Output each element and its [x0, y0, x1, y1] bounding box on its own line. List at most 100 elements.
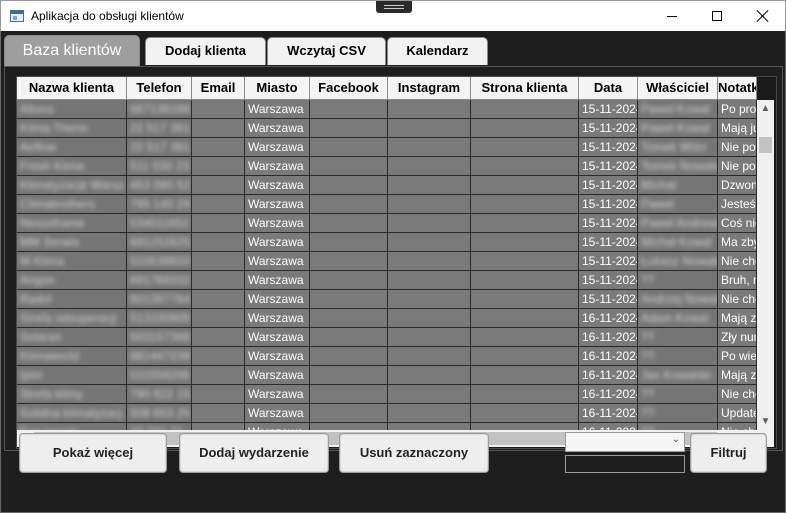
- table-cell[interactable]: 15-11-2024: [579, 195, 638, 214]
- table-cell[interactable]: 15-11-2024: [579, 100, 638, 119]
- table-cell[interactable]: Eco serwis: [17, 423, 127, 430]
- table-cell[interactable]: 795 140 29: [127, 195, 192, 214]
- table-cell[interactable]: Airgon: [17, 271, 127, 290]
- add-event-button[interactable]: Dodaj wydarzenie: [179, 433, 329, 473]
- table-row[interactable]: Solidna klimatyzacj 508 653 25 Warszawa 16-…: [17, 404, 757, 423]
- table-cell[interactable]: Warszawa: [245, 290, 310, 309]
- table-cell[interactable]: Nie chce: [718, 423, 757, 430]
- table-cell[interactable]: Mają za: [718, 366, 757, 385]
- table-cell[interactable]: [471, 176, 579, 195]
- table-cell[interactable]: ??: [638, 404, 718, 423]
- table-cell[interactable]: [310, 252, 388, 271]
- table-cell[interactable]: Paweł Kowal: [638, 100, 718, 119]
- table-cell[interactable]: MM Serwis: [17, 233, 127, 252]
- table-cell[interactable]: 16-11-2024: [579, 309, 638, 328]
- tab-calendar[interactable]: Kalendarz: [387, 37, 488, 65]
- table-cell[interactable]: [310, 214, 388, 233]
- table-row[interactable]: Klimaworld 881447239 Warszawa 16-11-2024?? P…: [17, 347, 757, 366]
- table-cell[interactable]: [310, 423, 388, 430]
- table-cell[interactable]: Mają za: [718, 309, 757, 328]
- table-cell[interactable]: 453 080 52: [127, 176, 192, 195]
- table-cell[interactable]: [310, 100, 388, 119]
- table-cell[interactable]: Warszawa: [245, 138, 310, 157]
- table-cell[interactable]: 534011652: [127, 214, 192, 233]
- table-cell[interactable]: 513330905: [127, 309, 192, 328]
- table-cell[interactable]: [388, 404, 471, 423]
- table-cell[interactable]: 511558206: [127, 366, 192, 385]
- table-row[interactable]: Airgon 691769332 Warszawa 15-11-2024?? Bruh,…: [17, 271, 757, 290]
- table-cell[interactable]: Po prostu: [718, 100, 757, 119]
- table-cell[interactable]: Warszawa: [245, 214, 310, 233]
- table-cell[interactable]: [192, 404, 245, 423]
- table-cell[interactable]: Dzwonić: [718, 176, 757, 195]
- table-cell[interactable]: Nie potrze: [718, 138, 757, 157]
- table-cell[interactable]: 15-11-2024: [579, 176, 638, 195]
- table-cell[interactable]: [192, 138, 245, 157]
- table-row[interactable]: MM Serwis 691252625 Warszawa 15-11-2024 Mich…: [17, 233, 757, 252]
- table-cell[interactable]: 16-11-2024: [579, 366, 638, 385]
- table-cell[interactable]: Michał: [638, 176, 718, 195]
- table-cell[interactable]: ??: [638, 423, 718, 430]
- table-cell[interactable]: [388, 157, 471, 176]
- scroll-down-icon[interactable]: ▼: [757, 413, 774, 430]
- table-row[interactable]: Klima Therm 22 517 361 Warszawa 15-11-2024 P…: [17, 119, 757, 138]
- table-row[interactable]: Radol 601397764 Warszawa 15-11-2024 Andrzej …: [17, 290, 757, 309]
- table-cell[interactable]: Bruh, nie: [718, 271, 757, 290]
- table-cell[interactable]: 508 653 25: [127, 404, 192, 423]
- table-cell[interactable]: [388, 385, 471, 404]
- table-cell[interactable]: [310, 176, 388, 195]
- table-cell[interactable]: 503157366: [127, 328, 192, 347]
- table-cell[interactable]: [388, 233, 471, 252]
- table-cell[interactable]: [471, 328, 579, 347]
- table-cell[interactable]: [388, 328, 471, 347]
- vertical-scrollbar[interactable]: ▲ ▼: [757, 100, 774, 430]
- table-cell[interactable]: [192, 176, 245, 195]
- table-cell[interactable]: Klimatyzacje Warsz: [17, 176, 127, 195]
- table-cell[interactable]: Tomek Nowakov: [638, 157, 718, 176]
- table-cell[interactable]: [192, 347, 245, 366]
- table-cell[interactable]: [192, 214, 245, 233]
- table-cell[interactable]: 16-11-2024: [579, 385, 638, 404]
- minimize-button[interactable]: [649, 1, 695, 32]
- table-cell[interactable]: Klima Therm: [17, 119, 127, 138]
- table-cell[interactable]: 16-11-2024: [579, 328, 638, 347]
- table-cell[interactable]: [388, 347, 471, 366]
- column-header[interactable]: Instagram: [388, 77, 471, 100]
- table-cell[interactable]: [192, 233, 245, 252]
- table-cell[interactable]: [310, 309, 388, 328]
- table-cell[interactable]: [192, 119, 245, 138]
- table-cell[interactable]: [471, 195, 579, 214]
- filter-combobox[interactable]: ⌄: [565, 432, 685, 452]
- filter-input[interactable]: [565, 455, 685, 473]
- column-header[interactable]: Właściciel: [638, 77, 718, 100]
- table-cell[interactable]: [388, 195, 471, 214]
- table-cell[interactable]: 16-11-2024: [579, 404, 638, 423]
- table-cell[interactable]: Adam Kowal: [638, 309, 718, 328]
- table-cell[interactable]: Coś nie: [718, 214, 757, 233]
- table-cell[interactable]: [471, 119, 579, 138]
- table-cell[interactable]: Warszawa: [245, 404, 310, 423]
- table-cell[interactable]: 601397764: [127, 290, 192, 309]
- table-row[interactable]: Klimatyzacje Warsz 453 080 52 Warszawa 15-1…: [17, 176, 757, 195]
- table-cell[interactable]: [388, 138, 471, 157]
- table-cell[interactable]: [471, 252, 579, 271]
- table-row[interactable]: Fresh Klima 511 030 23 Warszawa 15-11-2024 T…: [17, 157, 757, 176]
- table-cell[interactable]: Warszawa: [245, 176, 310, 195]
- table-cell[interactable]: Klimaworld: [17, 347, 127, 366]
- table-row[interactable]: Nexusframe 534011652 Warszawa 15-11-2024 Paw…: [17, 214, 757, 233]
- drag-grip-icon[interactable]: [376, 1, 412, 13]
- table-row[interactable]: Climabrothers 795 140 29 Warszawa 15-11-202…: [17, 195, 757, 214]
- table-cell[interactable]: Paweł: [638, 195, 718, 214]
- table-cell[interactable]: 15-11-2024: [579, 252, 638, 271]
- table-row[interactable]: Strefa odsuperacji 513330905 Warszawa 16-11…: [17, 309, 757, 328]
- table-cell[interactable]: Michał Kowal: [638, 233, 718, 252]
- table-cell[interactable]: Nie chce: [718, 385, 757, 404]
- table-cell[interactable]: [471, 385, 579, 404]
- table-cell[interactable]: 22 517 361: [127, 138, 192, 157]
- table-cell[interactable]: [388, 290, 471, 309]
- table-cell[interactable]: [310, 271, 388, 290]
- table-cell[interactable]: 510539910: [127, 252, 192, 271]
- filter-button[interactable]: Filtruj: [690, 433, 767, 473]
- table-cell[interactable]: [310, 385, 388, 404]
- table-cell[interactable]: Strefa odsuperacji: [17, 309, 127, 328]
